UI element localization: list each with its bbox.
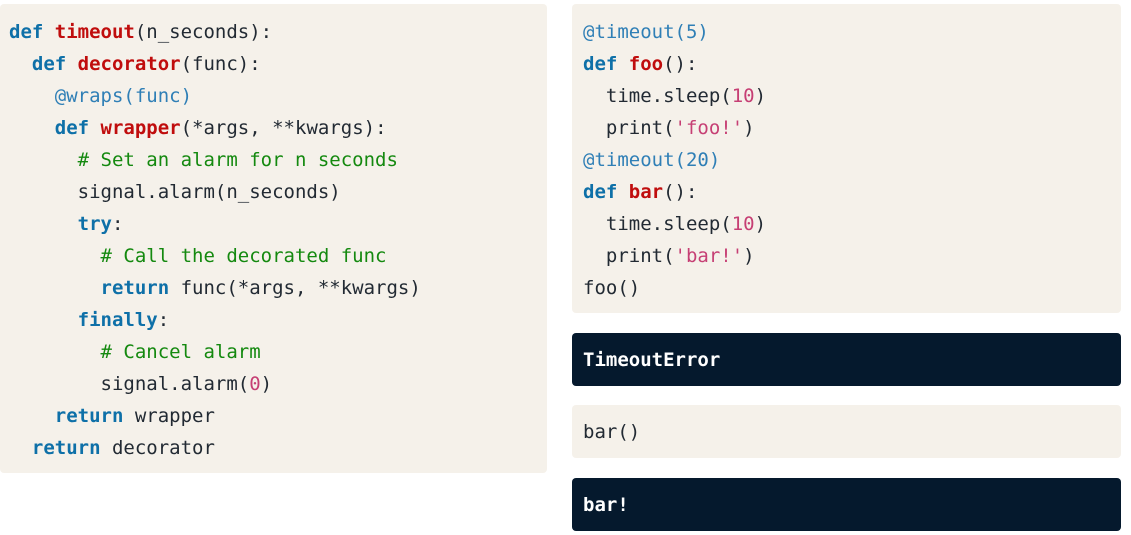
code-token-plain: time.sleep(: [583, 213, 732, 235]
code-token-fn: foo: [628, 53, 664, 75]
code-line: return func(*args, **kwargs): [9, 272, 421, 304]
code-token-plain: (func):: [180, 53, 261, 75]
code-token-plain: :: [157, 309, 170, 331]
code-token-plain: ): [260, 373, 273, 395]
code-token-plain: print(: [583, 245, 675, 267]
output-text-timeout-error: TimeoutError: [583, 349, 721, 371]
code-token-plain: print(: [583, 117, 675, 139]
code-line: def decorator(func):: [9, 48, 261, 80]
code-token-kw: return: [31, 437, 101, 459]
code-token-plain: ():: [663, 181, 698, 203]
code-token-str: 'bar!': [674, 245, 744, 267]
code-token-kw: try: [77, 213, 112, 235]
code-line: def wrapper(*args, **kwargs):: [9, 112, 387, 144]
code-line: @timeout(20): [583, 144, 720, 176]
code-token-plain: (*args, **kwargs):: [180, 117, 387, 139]
output-panel-timeout-error: TimeoutError: [572, 333, 1121, 386]
code-token-num: 0: [249, 373, 261, 395]
code-line: time.sleep(10): [583, 208, 766, 240]
code-line: finally:: [9, 304, 170, 336]
code-token-plain: decorator: [100, 437, 215, 459]
code-token-plain: time.sleep(: [583, 85, 732, 107]
code-line: return wrapper: [9, 400, 215, 432]
code-token-plain: foo(): [583, 277, 641, 299]
code-line: def timeout(n_seconds):: [9, 16, 272, 48]
code-token-deco: @timeout(5): [583, 21, 709, 43]
code-token-str: 'foo!': [674, 117, 744, 139]
code-token-kw: return: [54, 405, 124, 427]
code-token-kw: def: [54, 117, 101, 139]
code-line: foo(): [583, 272, 640, 304]
code-token-plain: ): [754, 213, 767, 235]
code-line: print('bar!'): [583, 240, 755, 272]
code-token-cm: # Call the decorated func: [100, 245, 387, 267]
code-panel-decorated-functions: @timeout(5) def foo(): time.sleep(10) pri…: [572, 4, 1121, 313]
code-token-fn: timeout: [54, 21, 135, 43]
code-token-plain: (n_seconds):: [134, 21, 273, 43]
output-text-bar-result: bar!: [583, 494, 629, 516]
code-panel-decorator-definition: def timeout(n_seconds): def decorator(fu…: [0, 4, 547, 473]
code-line: signal.alarm(0): [9, 368, 273, 400]
code-token-fn: bar: [628, 181, 664, 203]
code-line: return decorator: [9, 432, 215, 464]
code-token-kw: def: [583, 181, 629, 203]
code-token-fn: decorator: [77, 53, 181, 75]
code-line: # Set an alarm for n seconds: [9, 144, 398, 176]
code-token-kw: def: [31, 53, 78, 75]
code-line: def bar():: [583, 176, 697, 208]
code-token-kw: finally: [77, 309, 158, 331]
code-line-bar-call: bar(): [583, 421, 641, 443]
code-token-plain: signal.alarm(: [9, 373, 250, 395]
code-token-cm: # Set an alarm for n seconds: [77, 149, 398, 171]
code-token-num: 10: [731, 85, 755, 107]
code-token-plain: ): [754, 85, 767, 107]
code-line: @wraps(func): [9, 80, 192, 112]
code-token-num: 10: [731, 213, 755, 235]
output-panel-bar-result: bar!: [572, 478, 1121, 531]
code-token-plain: ): [743, 245, 755, 267]
code-token-plain: func(*args, **kwargs): [169, 277, 421, 299]
code-token-deco: @timeout(20): [583, 149, 721, 171]
code-line: signal.alarm(n_seconds): [9, 176, 341, 208]
code-line: def foo():: [583, 48, 697, 80]
code-token-fn: wrapper: [100, 117, 181, 139]
code-line: try:: [9, 208, 124, 240]
code-token-plain: wrapper: [123, 405, 215, 427]
code-line: print('foo!'): [583, 112, 755, 144]
code-panel-bar-call: bar(): [572, 405, 1121, 458]
code-line: # Cancel alarm: [9, 336, 261, 368]
code-token-plain: ): [743, 117, 755, 139]
code-token-kw: def: [9, 21, 55, 43]
code-token-kw: def: [583, 53, 629, 75]
code-line: @timeout(5): [583, 16, 709, 48]
code-line: time.sleep(10): [583, 80, 766, 112]
code-token-kw: return: [100, 277, 170, 299]
code-token-deco: @wraps(func): [54, 85, 193, 107]
code-token-plain: signal.alarm(n_seconds): [9, 181, 341, 203]
code-line: # Call the decorated func: [9, 240, 387, 272]
code-token-plain: :: [111, 213, 124, 235]
code-token-cm: # Cancel alarm: [100, 341, 261, 363]
code-token-plain: ():: [663, 53, 698, 75]
